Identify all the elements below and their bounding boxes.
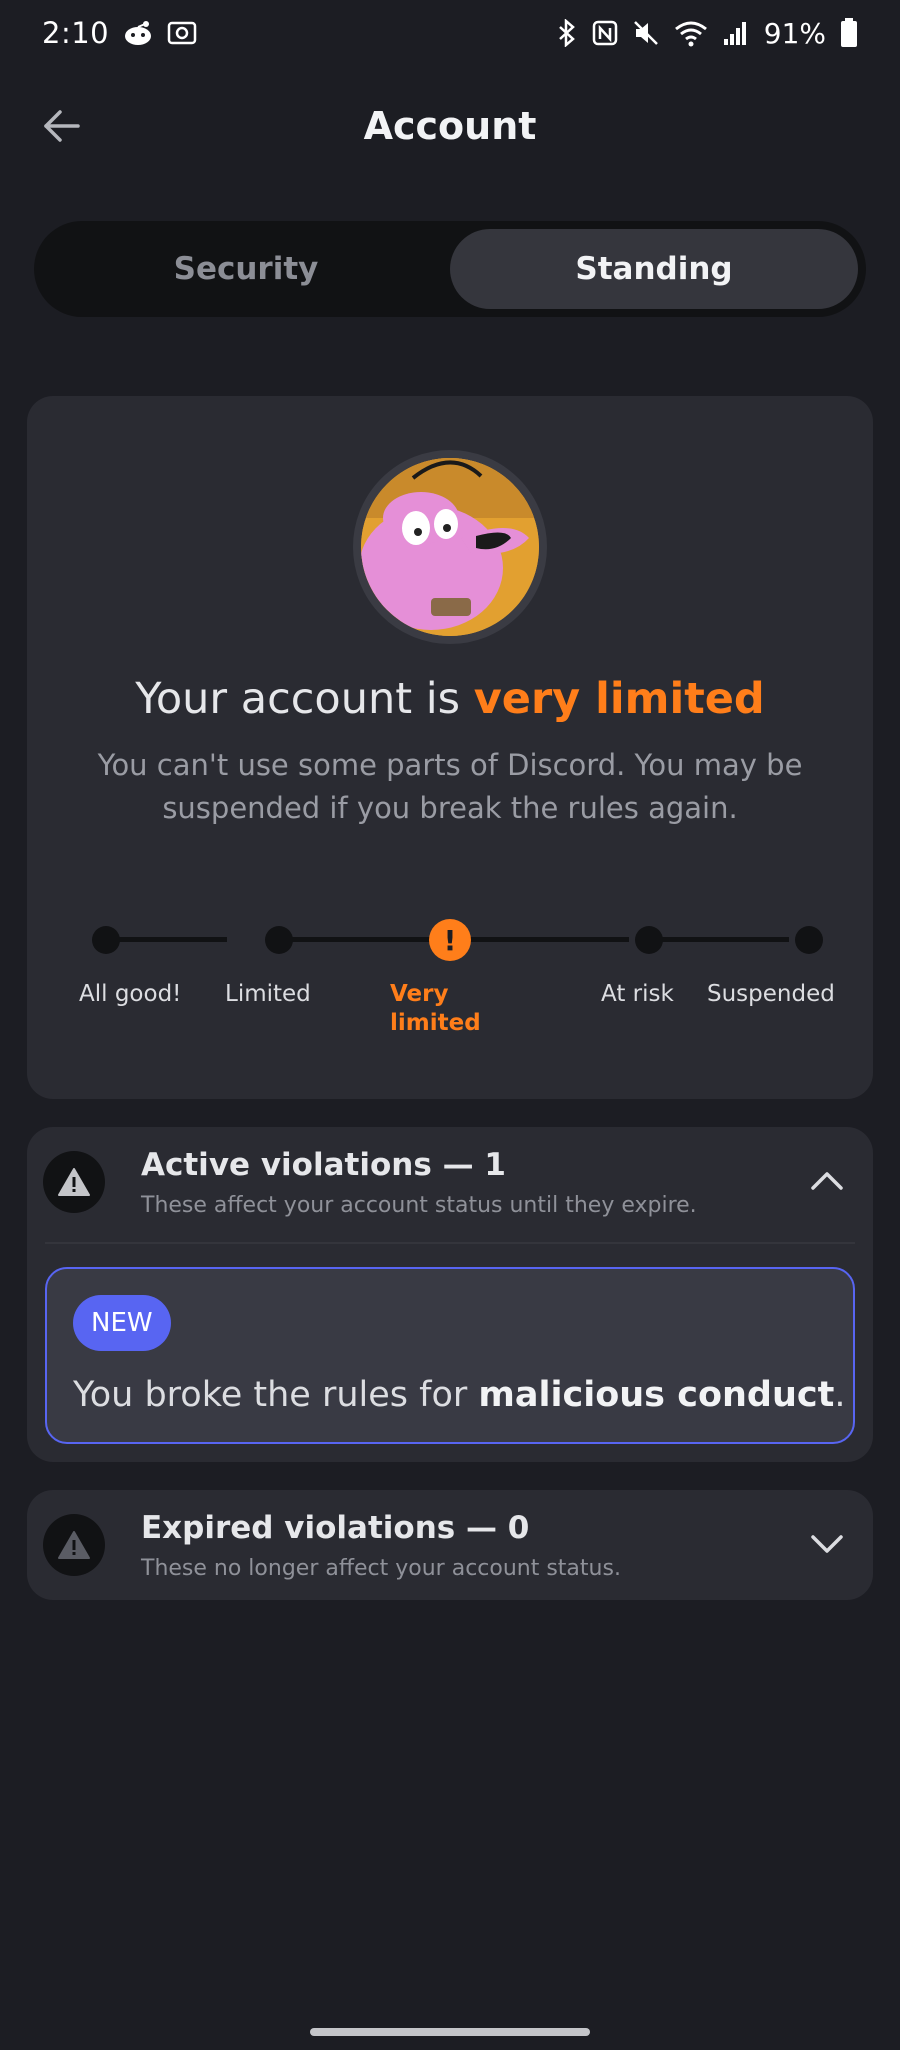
step-label-all-good: All good! <box>79 981 182 1007</box>
active-violations-title: Active violations — 1 <box>141 1147 506 1183</box>
step-dot-limited <box>265 926 293 954</box>
expired-violations-title: Expired violations — 0 <box>141 1510 530 1546</box>
warning-icon <box>43 1514 105 1576</box>
step-dot-all-good <box>92 926 120 954</box>
expired-violations-panel: Expired violations — 0 These no longer a… <box>27 1490 873 1600</box>
battery-percent: 91% <box>763 16 826 50</box>
active-violations-subtitle: These affect your account status until t… <box>141 1193 697 1218</box>
screenshot-icon <box>167 20 197 46</box>
violation-text-prefix: You broke the rules for <box>73 1375 479 1415</box>
active-violations-header[interactable]: Active violations — 1 These affect your … <box>27 1127 873 1237</box>
signal-icon <box>722 19 750 47</box>
violation-text: You broke the rules for malicious conduc… <box>73 1375 846 1415</box>
step-label-very-limited-line2: limited <box>390 1010 481 1036</box>
mute-icon <box>632 19 660 47</box>
standing-card: Your account is very limited You can't u… <box>27 396 873 1099</box>
arrow-left-icon <box>44 110 80 142</box>
bluetooth-icon <box>556 19 578 47</box>
step-label-very-limited: Very limited <box>390 980 481 1038</box>
status-right: 91% <box>556 17 858 50</box>
track-segment <box>115 937 227 942</box>
track-segment <box>659 937 789 942</box>
step-dot-very-limited: ! <box>429 919 471 961</box>
wifi-icon <box>674 19 708 47</box>
exclamation-icon: ! <box>443 923 457 957</box>
page-title: Account <box>363 104 537 148</box>
chevron-down-icon[interactable] <box>803 1520 851 1568</box>
active-violations-panel: Active violations — 1 These affect your … <box>27 1127 873 1462</box>
step-label-very-limited-line1: Very <box>390 981 449 1007</box>
warning-icon <box>43 1151 105 1213</box>
standing-track: ! All good! Limited Very limited At risk… <box>27 396 873 1099</box>
violation-text-suffix: . <box>834 1375 846 1415</box>
track-segment <box>285 937 431 942</box>
step-label-suspended: Suspended <box>707 981 835 1007</box>
reddit-icon <box>123 20 153 46</box>
status-bar: 2:10 91% <box>0 0 900 66</box>
panel-divider <box>45 1242 855 1244</box>
back-button[interactable] <box>38 102 86 150</box>
status-left: 2:10 <box>42 16 197 50</box>
segmented-tabs: Security Standing <box>34 221 866 317</box>
step-label-limited: Limited <box>225 981 311 1007</box>
tab-security[interactable]: Security <box>42 229 450 309</box>
app-header: Account <box>0 88 900 164</box>
expired-violations-header[interactable]: Expired violations — 0 These no longer a… <box>27 1490 873 1600</box>
chevron-up-icon[interactable] <box>803 1157 851 1205</box>
status-time: 2:10 <box>42 16 110 50</box>
step-dot-suspended <box>795 926 823 954</box>
new-badge: NEW <box>73 1295 171 1351</box>
expired-violations-subtitle: These no longer affect your account stat… <box>141 1556 621 1581</box>
track-segment <box>469 937 629 942</box>
nfc-icon <box>592 20 618 46</box>
violation-reason: malicious conduct <box>478 1375 835 1415</box>
violation-item[interactable]: NEW You broke the rules for malicious co… <box>45 1267 855 1444</box>
home-indicator[interactable] <box>310 2028 590 2036</box>
step-dot-at-risk <box>635 926 663 954</box>
battery-icon <box>840 18 858 48</box>
tab-standing[interactable]: Standing <box>450 229 858 309</box>
step-label-at-risk: At risk <box>601 981 674 1007</box>
